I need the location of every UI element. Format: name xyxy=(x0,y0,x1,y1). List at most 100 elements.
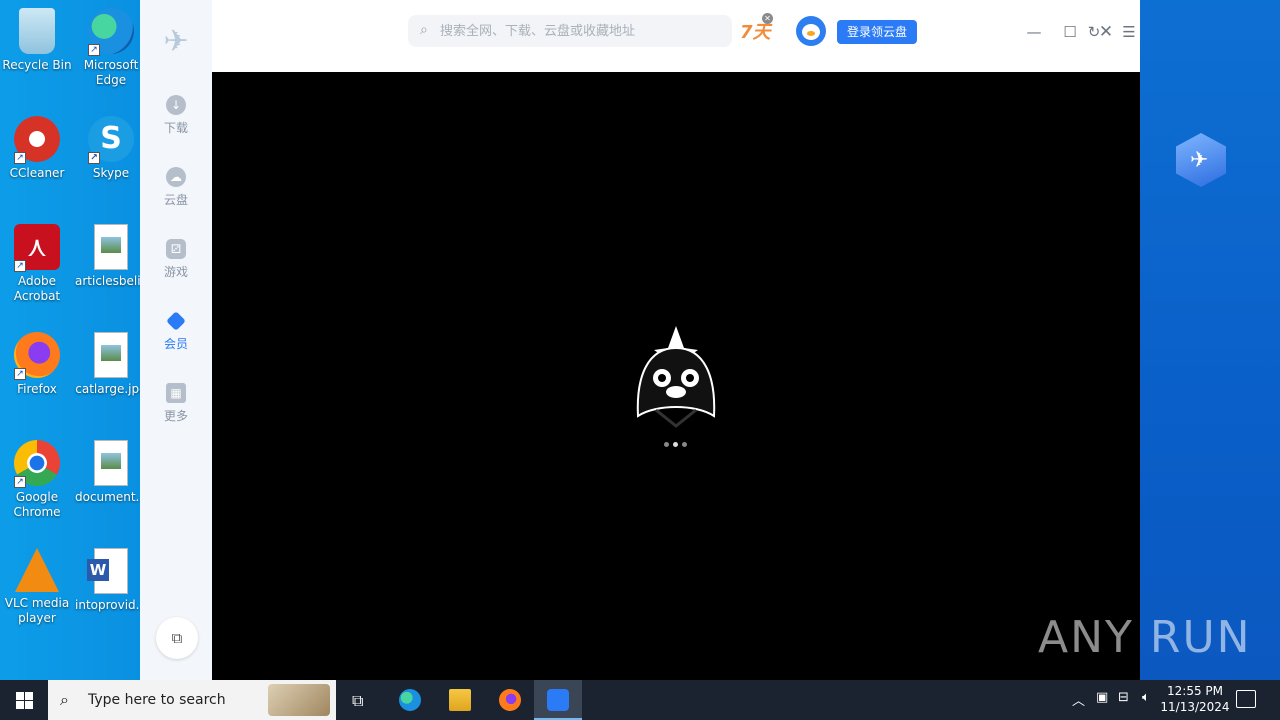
edge-icon xyxy=(399,689,421,711)
desktop-icon-label: document... xyxy=(75,490,147,504)
search-box: ⌕ xyxy=(408,15,732,47)
desktop-icon-intoprovid[interactable]: intoprovid... xyxy=(75,548,147,613)
tray-chevron-icon[interactable]: ︿ xyxy=(1072,690,1085,709)
start-button[interactable] xyxy=(0,680,48,720)
desktop-icon-acrobat[interactable]: ⋏ ↗ Adobe Acrobat xyxy=(1,224,73,304)
sidebar-item-label: 更多 xyxy=(163,409,188,423)
app-content-loading xyxy=(212,72,1140,680)
menu-button[interactable]: ☰ xyxy=(1117,20,1141,44)
skype-icon: S ↗ xyxy=(88,116,134,164)
desktop-icon-recycle-bin[interactable]: Recycle Bin xyxy=(1,8,73,73)
folder-icon xyxy=(449,689,471,711)
shortcut-arrow-icon: ↗ xyxy=(14,368,26,380)
sidebar-item-label: 下载 xyxy=(163,121,188,135)
diamond-icon xyxy=(166,311,186,331)
image-file-icon xyxy=(94,332,128,378)
login-button[interactable]: 登录领云盘 xyxy=(837,20,917,44)
taskbar-app-active[interactable] xyxy=(534,680,582,720)
word-file-icon xyxy=(87,548,128,594)
app-topbar: ⌕ 7天 ✕ 登录领云盘 ↻ ☰ xyxy=(212,0,1140,72)
sidebar-item-download[interactable]: ↓ 下载 xyxy=(140,95,212,136)
clock-date: 11/13/2024 xyxy=(1160,700,1230,714)
taskbar-search-placeholder: Type here to search xyxy=(88,692,226,708)
desktop-icon-label: catlarge.jpg xyxy=(75,382,147,396)
sidebar-item-more[interactable]: ▦ 更多 xyxy=(140,383,212,424)
avatar[interactable] xyxy=(796,16,826,46)
taskbar: ⌕ Type here to search ⧉ ︿ ▣ ⊟ 🔈︎ 12:55 P… xyxy=(0,680,1280,720)
desktop-icon-label: Microsoft Edge xyxy=(83,58,139,87)
phone-transfer-icon: ⧉ xyxy=(171,629,183,647)
desktop-icon-skype[interactable]: S ↗ Skype xyxy=(75,116,147,181)
task-view-icon: ⧉ xyxy=(352,691,364,710)
sidebar-item-label: 游戏 xyxy=(163,265,188,279)
task-view-button[interactable]: ⧉ xyxy=(336,680,384,720)
taskbar-firefox[interactable] xyxy=(486,680,534,720)
taskbar-file-explorer[interactable] xyxy=(436,680,484,720)
volume-icon[interactable]: 🔈︎ xyxy=(1142,690,1150,705)
menu-icon: ☰ xyxy=(1122,23,1136,41)
app-logo-icon: ✈ xyxy=(163,24,189,59)
desktop-icon-label: Recycle Bin xyxy=(2,58,72,72)
taskbar-edge[interactable] xyxy=(386,680,434,720)
phone-transfer-button[interactable]: ⧉ xyxy=(156,617,198,659)
desktop-icon-edge[interactable]: ↗ Microsoft Edge xyxy=(75,8,147,88)
download-icon: ↓ xyxy=(166,95,186,115)
shortcut-arrow-icon: ↗ xyxy=(88,152,100,164)
desktop-icon-catlarge[interactable]: catlarge.jpg xyxy=(75,332,147,397)
shortcut-arrow-icon: ↗ xyxy=(14,476,26,488)
sidebar-item-cloud[interactable]: ☁ 云盘 xyxy=(140,167,212,208)
sidebar-item-games[interactable]: ⚂ 游戏 xyxy=(140,239,212,280)
desktop-icon-label: intoprovid... xyxy=(75,598,148,612)
promo-close-icon[interactable]: ✕ xyxy=(762,13,773,24)
chrome-icon: ↗ xyxy=(14,440,60,488)
desktop-icon-label: Adobe Acrobat xyxy=(13,274,61,303)
loading-dots xyxy=(664,442,688,448)
search-input[interactable] xyxy=(440,15,720,47)
shortcut-arrow-icon: ↗ xyxy=(88,44,100,56)
anyrun-watermark: ANY RUN xyxy=(1038,612,1252,663)
clock-time: 12:55 PM xyxy=(1167,684,1223,698)
app-icon xyxy=(547,689,569,711)
desktop-icon-firefox[interactable]: ↗ Firefox xyxy=(1,332,73,397)
desktop-icon-ccleaner[interactable]: ↗ CCleaner xyxy=(1,116,73,181)
search-icon: ⌕ xyxy=(420,22,428,38)
app-sidebar: ✈ ↓ 下载 ☁ 云盘 ⚂ 游戏 会员 ▦ 更多 ⧉ xyxy=(140,0,212,680)
ccleaner-icon: ↗ xyxy=(14,116,60,164)
desktop-icon-articlesbeli[interactable]: articlesbeli... xyxy=(75,224,153,289)
desktop-icon-label: VLC media player xyxy=(4,596,70,625)
shortcut-arrow-icon: ↗ xyxy=(14,260,26,272)
sidebar-item-label: 云盘 xyxy=(163,193,188,207)
desktop-icon-label: articlesbeli... xyxy=(75,274,153,288)
maximize-button[interactable]: ☐ xyxy=(1058,20,1082,44)
desktop-icon-label: Firefox xyxy=(17,382,57,396)
minimize-button[interactable]: — xyxy=(1022,20,1046,44)
tray-device-icon[interactable]: ▣ xyxy=(1096,690,1108,705)
network-icon[interactable]: ⊟ xyxy=(1118,690,1129,705)
desktop-icon-label: Skype xyxy=(92,166,130,180)
search-icon: ⌕ xyxy=(60,690,69,709)
shortcut-arrow-icon: ↗ xyxy=(14,152,26,164)
desktop-icon-label: Google Chrome xyxy=(13,490,61,519)
sidebar-item-label: 会员 xyxy=(163,337,188,351)
image-file-icon xyxy=(94,440,128,486)
close-button[interactable]: ✕ xyxy=(1094,20,1118,44)
notification-icon[interactable] xyxy=(1236,690,1256,708)
mascot-loading-icon xyxy=(636,326,716,428)
edge-icon: ↗ xyxy=(88,8,134,56)
acrobat-icon: ⋏ ↗ xyxy=(14,224,60,272)
image-file-icon xyxy=(94,224,128,270)
desktop-icon-vlc[interactable]: VLC media player xyxy=(1,548,73,626)
firefox-icon: ↗ xyxy=(14,332,60,380)
desktop-icon-chrome[interactable]: ↗ Google Chrome xyxy=(1,440,73,520)
desktop-right-area xyxy=(1140,0,1280,680)
recycle-bin-icon xyxy=(19,8,55,54)
taskbar-clock[interactable]: 12:55 PM 11/13/2024 xyxy=(1160,683,1230,715)
desktop-icon-document[interactable]: document... xyxy=(75,440,147,505)
vlc-icon xyxy=(15,548,59,592)
gamepad-icon: ⚂ xyxy=(166,239,186,259)
app-window: ✈ ↓ 下载 ☁ 云盘 ⚂ 游戏 会员 ▦ 更多 ⧉ ⌕ 7天 ✕ xyxy=(140,0,1140,680)
sidebar-item-vip[interactable]: 会员 xyxy=(140,311,212,352)
desktop-icon-label: CCleaner xyxy=(9,166,65,180)
taskbar-search[interactable]: ⌕ Type here to search xyxy=(48,680,336,720)
apps-icon: ▦ xyxy=(166,383,186,403)
